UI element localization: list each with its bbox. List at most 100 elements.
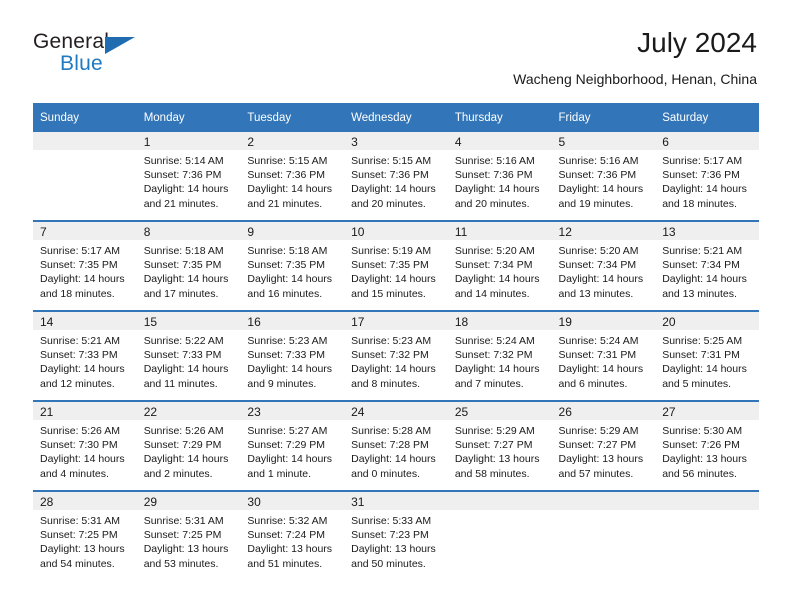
- daylight-text: Daylight: 14 hours: [40, 273, 125, 286]
- calendar-day-cell-empty: [551, 490, 656, 580]
- daylight-text: Daylight: 14 hours: [40, 363, 125, 376]
- calendar-day-cell[interactable]: 26 Sunrise: 5:29 AM Sunset: 7:27 PM Dayligh…: [551, 400, 656, 491]
- daylight-text: and 5 minutes.: [662, 377, 732, 390]
- calendar-day-cell[interactable]: 10 Sunrise: 5:19 AM Sunset: 7:35 PM Dayligh…: [344, 220, 448, 311]
- day-number-band: 9: [240, 222, 345, 240]
- daylight-text: and 20 minutes.: [351, 197, 426, 210]
- calendar-day-cell[interactable]: 29 Sunrise: 5:31 AM Sunset: 7:25 PM Dayligh…: [136, 490, 241, 580]
- daylight-text: and 18 minutes.: [40, 287, 115, 300]
- sunrise-text: Sunrise: 5:26 AM: [143, 425, 224, 437]
- day-number-band: 3: [344, 132, 448, 150]
- daylight-text: Daylight: 13 hours: [558, 453, 644, 466]
- calendar-day-cell[interactable]: 8 Sunrise: 5:18 AM Sunset: 7:35 PM Daylight…: [136, 220, 241, 311]
- calendar-day-cell[interactable]: 17 Sunrise: 5:23 AM Sunset: 7:32 PM Dayligh…: [344, 310, 448, 401]
- day-cell-details: Sunrise: 5:16 AM Sunset: 7:36 PM Daylight:…: [552, 150, 656, 211]
- calendar-week-row: 28 Sunrise: 5:31 AM Sunset: 7:25 PM Dayligh…: [33, 490, 759, 580]
- daylight-text: Daylight: 14 hours: [351, 273, 436, 286]
- day-number: 31: [351, 495, 365, 509]
- day-number: 2: [247, 135, 255, 149]
- daylight-text: and 56 minutes.: [662, 467, 737, 480]
- daylight-text: and 17 minutes.: [143, 287, 219, 300]
- calendar-day-cell[interactable]: 24 Sunrise: 5:28 AM Sunset: 7:28 PM Dayligh…: [344, 400, 448, 491]
- calendar-day-cell[interactable]: 22 Sunrise: 5:26 AM Sunset: 7:29 PM Dayligh…: [136, 400, 241, 491]
- day-number: 12: [558, 225, 572, 239]
- day-cell-details: [552, 510, 656, 514]
- day-number: 5: [558, 135, 566, 149]
- calendar-day-cell[interactable]: 18 Sunrise: 5:24 AM Sunset: 7:32 PM Dayligh…: [447, 310, 552, 401]
- brand-name-secondary: Blue: [60, 52, 103, 75]
- weekday-header-wednesday: Wednesday: [344, 103, 448, 132]
- title-block: July 2024 Wacheng Neighborhood, Henan, C…: [513, 26, 757, 89]
- brand-logo[interactable]: General Blue: [33, 30, 253, 88]
- daylight-text: Daylight: 14 hours: [558, 183, 644, 196]
- calendar-day-cell[interactable]: 6 Sunrise: 5:17 AM Sunset: 7:36 PM Daylight…: [655, 132, 759, 221]
- sunset-text: Sunset: 7:23 PM: [351, 529, 429, 542]
- calendar-day-cell[interactable]: 15 Sunrise: 5:22 AM Sunset: 7:33 PM Dayligh…: [136, 310, 241, 401]
- day-cell-details: Sunrise: 5:20 AM Sunset: 7:34 PM Daylight:…: [448, 240, 552, 301]
- calendar-day-cell[interactable]: 19 Sunrise: 5:24 AM Sunset: 7:31 PM Dayligh…: [551, 310, 656, 401]
- daylight-text: and 57 minutes.: [558, 467, 634, 480]
- daylight-text: and 16 minutes.: [247, 287, 323, 300]
- calendar-day-cell[interactable]: 9 Sunrise: 5:18 AM Sunset: 7:35 PM Daylight…: [240, 220, 345, 311]
- calendar-week-row: 1 Sunrise: 5:14 AM Sunset: 7:36 PM Daylight…: [33, 132, 759, 221]
- calendar-day-cell[interactable]: 11 Sunrise: 5:20 AM Sunset: 7:34 PM Dayligh…: [447, 220, 552, 311]
- day-number: 4: [454, 135, 462, 149]
- daylight-text: Daylight: 14 hours: [662, 363, 747, 376]
- daylight-text: and 1 minute.: [247, 467, 312, 480]
- calendar-day-cell-empty: [447, 490, 552, 580]
- calendar-day-cell[interactable]: 16 Sunrise: 5:23 AM Sunset: 7:33 PM Dayligh…: [240, 310, 345, 401]
- day-number-band: 17: [344, 312, 448, 330]
- daylight-text: Daylight: 14 hours: [143, 183, 229, 196]
- calendar-day-cell[interactable]: 7 Sunrise: 5:17 AM Sunset: 7:35 PM Daylight…: [33, 220, 137, 311]
- sunrise-text: Sunrise: 5:14 AM: [143, 155, 224, 167]
- day-cell-details: Sunrise: 5:19 AM Sunset: 7:35 PM Daylight:…: [344, 240, 448, 301]
- daylight-text: Daylight: 14 hours: [662, 183, 747, 196]
- day-number-band: [33, 132, 137, 150]
- sunset-text: Sunset: 7:29 PM: [247, 439, 326, 452]
- calendar-day-cell[interactable]: 2 Sunrise: 5:15 AM Sunset: 7:36 PM Daylight…: [240, 132, 345, 221]
- day-number: 21: [40, 405, 54, 419]
- day-number: 16: [247, 315, 261, 329]
- day-cell-details: Sunrise: 5:31 AM Sunset: 7:25 PM Daylight:…: [33, 510, 137, 571]
- calendar-day-cell[interactable]: 28 Sunrise: 5:31 AM Sunset: 7:25 PM Dayligh…: [33, 490, 137, 580]
- daylight-text: and 8 minutes.: [351, 377, 420, 390]
- calendar-day-cell[interactable]: 30 Sunrise: 5:32 AM Sunset: 7:24 PM Dayligh…: [240, 490, 345, 580]
- calendar-day-cell[interactable]: 12 Sunrise: 5:20 AM Sunset: 7:34 PM Dayligh…: [551, 220, 656, 311]
- day-number: 24: [351, 405, 365, 419]
- sunrise-text: Sunrise: 5:29 AM: [454, 425, 535, 437]
- calendar-day-cell[interactable]: 25 Sunrise: 5:29 AM Sunset: 7:27 PM Dayligh…: [447, 400, 552, 491]
- sunrise-text: Sunrise: 5:21 AM: [40, 335, 120, 347]
- day-number: 13: [662, 225, 676, 239]
- daylight-text: and 13 minutes.: [558, 287, 634, 300]
- weekday-header-row: Sunday Monday Tuesday Wednesday Thursday Frid…: [33, 103, 759, 132]
- day-cell-details: Sunrise: 5:26 AM Sunset: 7:29 PM Daylight:…: [137, 420, 241, 481]
- calendar-day-cell[interactable]: 5 Sunrise: 5:16 AM Sunset: 7:36 PM Daylight…: [551, 132, 656, 221]
- day-cell-details: Sunrise: 5:31 AM Sunset: 7:25 PM Daylight:…: [137, 510, 241, 571]
- calendar-day-cell[interactable]: 1 Sunrise: 5:14 AM Sunset: 7:36 PM Daylight…: [136, 132, 241, 221]
- day-cell-details: Sunrise: 5:16 AM Sunset: 7:36 PM Daylight:…: [448, 150, 552, 211]
- daylight-text: and 15 minutes.: [351, 287, 426, 300]
- calendar-day-cell[interactable]: 27 Sunrise: 5:30 AM Sunset: 7:26 PM Dayligh…: [655, 400, 759, 491]
- calendar-day-cell[interactable]: 31 Sunrise: 5:33 AM Sunset: 7:23 PM Dayligh…: [344, 490, 448, 580]
- day-number-band: 25: [447, 402, 552, 420]
- calendar-day-cell[interactable]: 4 Sunrise: 5:16 AM Sunset: 7:36 PM Daylight…: [447, 132, 552, 221]
- calendar-day-cell[interactable]: 21 Sunrise: 5:26 AM Sunset: 7:30 PM Dayligh…: [33, 400, 137, 491]
- sunset-text: Sunset: 7:27 PM: [454, 439, 533, 452]
- daylight-text: and 53 minutes.: [143, 557, 219, 570]
- weekday-header-friday: Friday: [551, 103, 656, 132]
- calendar-day-cell[interactable]: 14 Sunrise: 5:21 AM Sunset: 7:33 PM Dayligh…: [33, 310, 137, 401]
- daylight-text: Daylight: 14 hours: [351, 453, 436, 466]
- day-number: 19: [558, 315, 572, 329]
- calendar-day-cell[interactable]: 3 Sunrise: 5:15 AM Sunset: 7:36 PM Daylight…: [344, 132, 448, 221]
- sunset-text: Sunset: 7:36 PM: [247, 169, 326, 182]
- daylight-text: Daylight: 13 hours: [351, 543, 436, 556]
- calendar-week-row: 21 Sunrise: 5:26 AM Sunset: 7:30 PM Dayligh…: [33, 400, 759, 491]
- sunset-text: Sunset: 7:25 PM: [143, 529, 222, 542]
- daylight-text: and 9 minutes.: [247, 377, 317, 390]
- day-cell-details: Sunrise: 5:32 AM Sunset: 7:24 PM Daylight:…: [240, 510, 344, 571]
- day-number-band: 20: [655, 312, 759, 330]
- calendar-day-cell[interactable]: 23 Sunrise: 5:27 AM Sunset: 7:29 PM Dayligh…: [240, 400, 345, 491]
- calendar-day-cell[interactable]: 13 Sunrise: 5:21 AM Sunset: 7:34 PM Dayligh…: [655, 220, 759, 311]
- daylight-text: Daylight: 13 hours: [247, 543, 333, 556]
- calendar-day-cell[interactable]: 20 Sunrise: 5:25 AM Sunset: 7:31 PM Dayligh…: [655, 310, 759, 401]
